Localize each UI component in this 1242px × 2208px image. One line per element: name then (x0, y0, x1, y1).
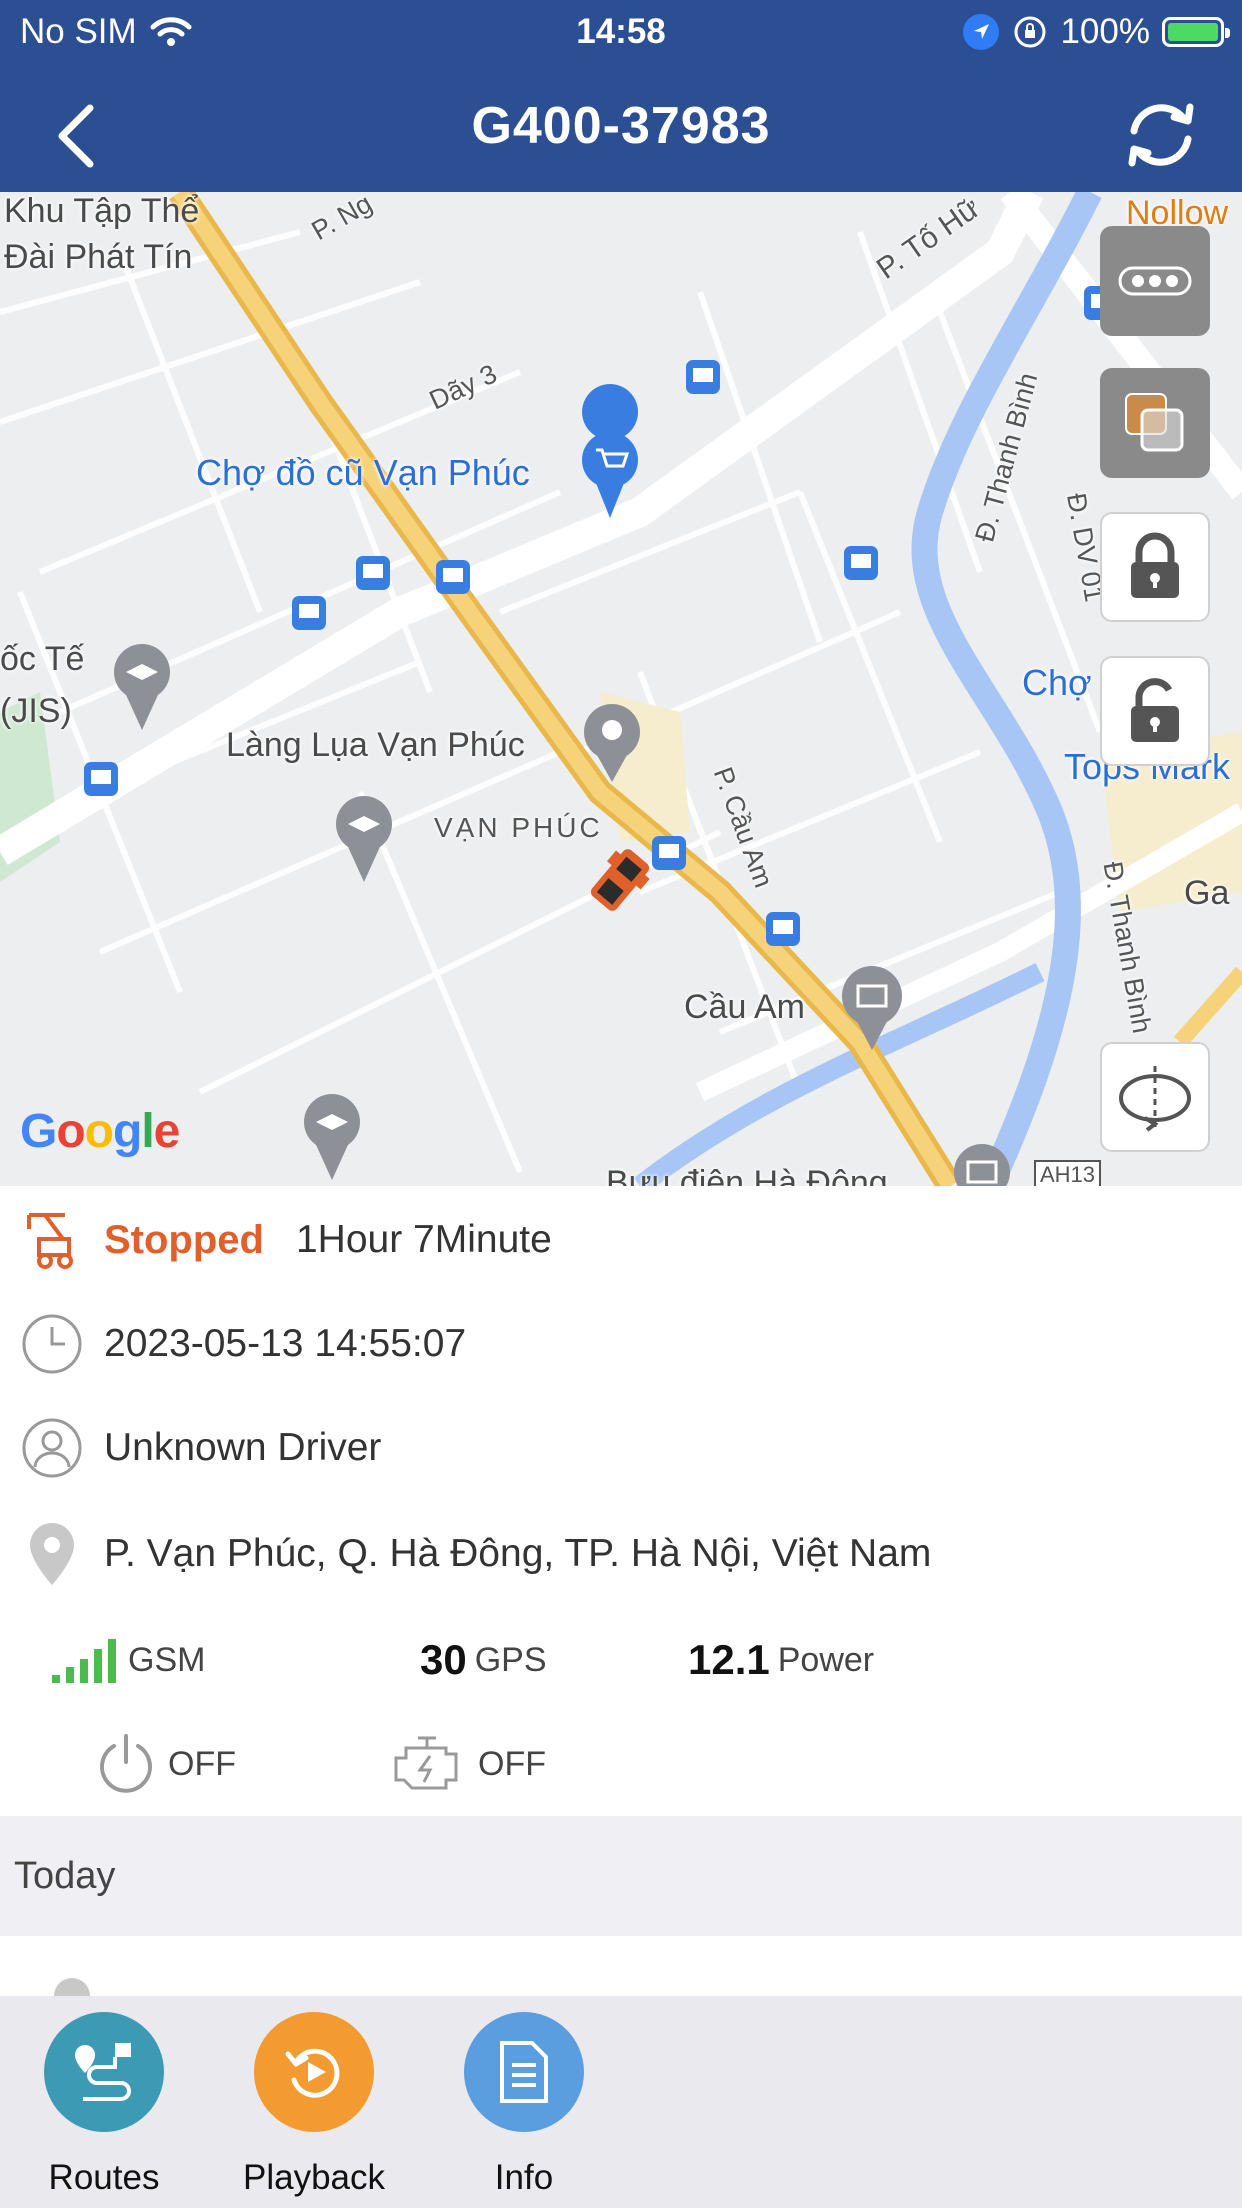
lock-icon (1131, 532, 1179, 598)
today-list-peek (0, 1936, 1242, 1996)
device-states: OFF OFF (0, 1732, 1242, 1796)
timestamp-row: 2023-05-13 14:55:07 (0, 1306, 1242, 1382)
engine-state: OFF (390, 1732, 546, 1796)
routes-icon (44, 2012, 164, 2132)
power-stat: 12.1 Power (688, 1630, 874, 1690)
orientation-lock-icon (1014, 16, 1046, 48)
power-value: 12.1 (688, 1636, 770, 1683)
status-row: Stopped 1Hour 7Minute (0, 1202, 1242, 1278)
refresh-button[interactable] (1116, 90, 1206, 180)
location-pin-icon (584, 704, 640, 782)
bottom-action-bar: Routes Playback Info (0, 1996, 1242, 2208)
location-arrow-icon (963, 14, 1000, 50)
rotate-3d-icon (1119, 1066, 1191, 1132)
clock-icon (0, 1313, 104, 1375)
refresh-icon (1128, 103, 1194, 167)
google-logo: Google (20, 1105, 180, 1158)
last-update-time: 2023-05-13 14:55:07 (104, 1322, 467, 1365)
playback-icon (254, 2012, 374, 2132)
status-bar-right: 100% (962, 8, 1230, 56)
user-icon (0, 1417, 104, 1479)
acc-state: OFF (94, 1732, 236, 1796)
acc-state-label: OFF (168, 1744, 236, 1783)
signal-bars-icon (52, 1639, 116, 1683)
rotate-map-button[interactable] (1100, 1042, 1210, 1152)
map-more-button[interactable] (1100, 226, 1210, 336)
location-pin-icon (0, 1521, 104, 1587)
layers-icon (1125, 393, 1184, 452)
location-pin-icon (54, 1978, 90, 1996)
engine-state-label: OFF (478, 1744, 546, 1783)
vehicle-marker-icon (590, 849, 650, 911)
more-icon (1118, 266, 1192, 296)
power-icon (100, 1734, 152, 1793)
signal-stats: GSM 30 GPS 12.1 Power (0, 1630, 1242, 1690)
address-row: P. Vạn Phúc, Q. Hà Đông, TP. Hà Nội, Việ… (0, 1516, 1242, 1592)
engine-icon (394, 1736, 458, 1790)
top-bar: No SIM 14:58 100% G400-37983 (0, 0, 1242, 192)
crane-vehicle-icon (0, 1209, 104, 1271)
stopped-duration: 1Hour 7Minute (295, 1218, 552, 1261)
unlock-button[interactable] (1100, 656, 1210, 766)
today-section-header: Today (0, 1816, 1242, 1936)
routes-label: Routes (48, 2158, 160, 2197)
playback-button[interactable]: Playback (224, 2012, 404, 2198)
document-icon (464, 2012, 584, 2132)
landmark-pin-icon (842, 966, 902, 1050)
driver-name: Unknown Driver (104, 1426, 382, 1469)
post-office-pin-icon (954, 1144, 1010, 1186)
playback-label: Playback (242, 2158, 386, 2197)
battery-icon (1162, 17, 1230, 47)
gps-stat: 30 GPS (420, 1630, 547, 1690)
routes-button[interactable]: Routes (14, 2012, 194, 2198)
info-label: Info (494, 2158, 554, 2197)
power-label: Power (777, 1640, 875, 1679)
unlock-icon (1131, 678, 1179, 742)
shopping-cart-pin-icon (582, 384, 639, 518)
page-title: G400-37983 (471, 97, 771, 155)
battery-percent: 100% (1060, 12, 1150, 51)
battery-fill (1168, 23, 1218, 41)
gps-label: GPS (474, 1640, 547, 1679)
today-label: Today (14, 1854, 116, 1897)
gsm-label: GSM (128, 1640, 206, 1679)
map-markers (84, 286, 1118, 1186)
map-view[interactable]: Khu Tập Thể Đài Phát Tín P. Ng P. Tố Hữ … (0, 192, 1242, 1186)
info-button[interactable]: Info (434, 2012, 614, 2198)
bus-stop-icon (84, 286, 1118, 946)
school-pin-icon (114, 644, 392, 1180)
gps-value: 30 (420, 1636, 467, 1683)
vehicle-address: P. Vạn Phúc, Q. Hà Đông, TP. Hà Nội, Việ… (104, 1532, 932, 1575)
gsm-stat: GSM (52, 1630, 205, 1690)
map-layers-button[interactable] (1100, 368, 1210, 478)
driver-row: Unknown Driver (0, 1410, 1242, 1486)
vehicle-status: Stopped (104, 1217, 264, 1262)
lock-button[interactable] (1100, 512, 1210, 622)
